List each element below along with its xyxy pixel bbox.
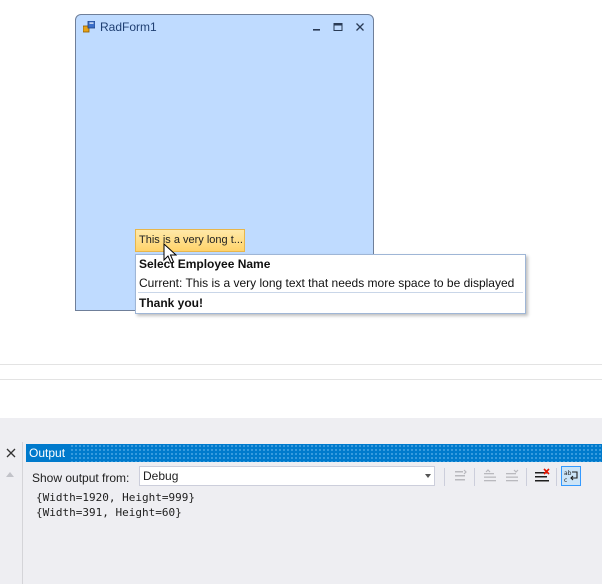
- scroll-up-icon[interactable]: [6, 472, 14, 477]
- designer-separator-bottom: [0, 379, 602, 380]
- output-title: Output: [26, 444, 72, 462]
- radform-app-icon: [83, 21, 95, 33]
- designer-separator-top: [0, 364, 602, 365]
- output-panel: Output Show output from: Debug ab c {Wid…: [0, 442, 602, 584]
- screentip-header: Select Employee Name: [139, 257, 271, 271]
- panel-splitter[interactable]: [0, 418, 602, 442]
- toggle-word-wrap-button[interactable]: ab c: [561, 466, 581, 486]
- toolbar-separator: [444, 468, 445, 486]
- toggle-word-wrap-icon: ab c: [564, 470, 578, 484]
- pane-close-button[interactable]: [3, 445, 19, 461]
- minimize-icon: [313, 29, 320, 31]
- maximize-button[interactable]: [330, 19, 346, 35]
- output-side-strip: [0, 442, 23, 584]
- screentip-separator: [138, 292, 523, 293]
- radform-titlebar[interactable]: RadForm1: [76, 15, 373, 39]
- output-source-value: Debug: [143, 469, 179, 483]
- close-icon: [6, 448, 16, 458]
- toolbar-separator: [474, 468, 475, 486]
- output-toolbar: Show output from: Debug ab c: [26, 466, 602, 490]
- svg-text:ab: ab: [564, 470, 572, 477]
- truncated-text-cell[interactable]: This is a very long t...: [135, 229, 245, 252]
- chevron-down-icon: [425, 474, 431, 478]
- radform-title: RadForm1: [100, 20, 157, 34]
- find-message-in-code-button[interactable]: [450, 466, 470, 486]
- screentip-body: Current: This is a very long text that n…: [139, 276, 515, 290]
- output-line: {Width=1920, Height=999}: [36, 491, 195, 504]
- output-source-dropdown[interactable]: Debug: [139, 466, 435, 486]
- toolbar-separator: [526, 468, 527, 486]
- svg-text:c: c: [564, 477, 567, 484]
- output-text-area[interactable]: {Width=1920, Height=999} {Width=391, Hei…: [24, 490, 602, 584]
- minimize-button[interactable]: [309, 19, 325, 35]
- output-titlebar[interactable]: Output: [26, 444, 602, 462]
- close-icon: [356, 23, 364, 31]
- maximize-icon: [333, 23, 343, 31]
- mouse-cursor-icon: [163, 243, 177, 264]
- previous-message-icon: [484, 469, 496, 482]
- screentip: Select Employee Name Current: This is a …: [135, 254, 526, 314]
- output-line: {Width=391, Height=60}: [36, 506, 182, 519]
- screentip-footer: Thank you!: [139, 296, 204, 310]
- close-button[interactable]: [352, 19, 368, 35]
- next-message-icon: [506, 469, 519, 482]
- next-message-button[interactable]: [502, 466, 522, 486]
- previous-message-button[interactable]: [480, 466, 500, 486]
- clear-all-button[interactable]: [532, 466, 552, 486]
- find-message-in-code-icon: [455, 469, 467, 481]
- toolbar-separator: [556, 468, 557, 486]
- show-output-from-label: Show output from:: [32, 471, 130, 485]
- clear-all-icon: [535, 468, 550, 482]
